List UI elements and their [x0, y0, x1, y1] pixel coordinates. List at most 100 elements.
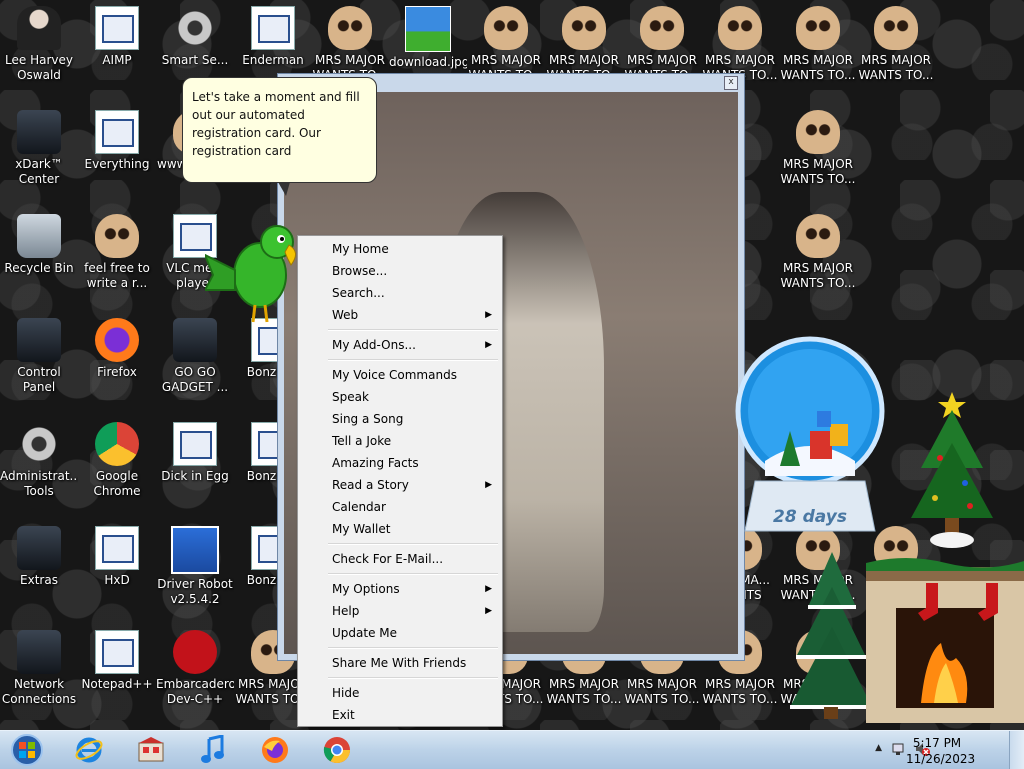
menu-separator [328, 677, 498, 679]
snowy-tree-gadget[interactable] [784, 547, 874, 727]
fireplace-gadget[interactable] [866, 553, 1024, 723]
desktop-icon[interactable]: Driver Robot v2.5.4.2 [156, 526, 234, 607]
desktop-icon[interactable]: MRS MAJOR WANTS TO... [779, 214, 857, 291]
menu-item-share-me-with-friends[interactable]: Share Me With Friends [300, 652, 500, 674]
menu-separator [328, 329, 498, 331]
menu-item-speak[interactable]: Speak [300, 386, 500, 408]
show-desktop-button[interactable] [1009, 731, 1024, 769]
menu-item-label: My Wallet [332, 522, 391, 536]
store-icon[interactable] [126, 733, 176, 767]
menu-item-label: My Add-Ons... [332, 338, 416, 352]
menu-item-label: Browse... [332, 264, 388, 278]
submenu-arrow-icon: ▶ [485, 606, 492, 616]
menu-item-search[interactable]: Search... [300, 282, 500, 304]
menu-item-label: Tell a Joke [332, 434, 392, 448]
desktop-icon[interactable]: Enderman [234, 6, 312, 68]
menu-item-label: Web [332, 308, 359, 322]
menu-item-hide[interactable]: Hide [300, 682, 500, 704]
menu-item-exit[interactable]: Exit [300, 704, 500, 726]
desktop-icon-label: MRS MAJOR WANTS TO... [780, 157, 856, 186]
skull-icon [562, 6, 606, 50]
desktop-icon[interactable]: xDark™ Center [0, 110, 78, 187]
skull-icon [796, 214, 840, 258]
menu-item-browse[interactable]: Browse... [300, 260, 500, 282]
green-parrot-icon[interactable] [203, 220, 300, 325]
menu-item-label: Amazing Facts [332, 456, 419, 470]
clock-time: 5:17 PM [912, 736, 962, 750]
desktop-icon-label: Driver Robot v2.5.4.2 [157, 577, 233, 606]
desktop-icon-label: xDark™ Center [15, 157, 63, 186]
desktop-icon[interactable]: Recycle Bin [0, 214, 78, 276]
egg-app-icon [173, 422, 217, 466]
taskbar-clock[interactable]: 5:17 PM 11/26/2023 [906, 735, 976, 767]
desktop-icon[interactable]: Everything [78, 110, 156, 172]
desktop-icon[interactable]: MRS MAJOR WANTS TO... [779, 110, 857, 187]
desktop-icon-label: MRS MAJOR WANTS TO... [858, 53, 934, 82]
network-icon [17, 630, 61, 674]
desktop-icon[interactable]: MRS MAJOR WANTS TO... [701, 6, 779, 83]
menu-item-my-options[interactable]: My Options ▶ [300, 578, 500, 600]
desktop-icon[interactable]: Extras [0, 526, 78, 588]
desktop-icon[interactable]: HxD [78, 526, 156, 588]
menu-item-label: Search... [332, 286, 385, 300]
menu-item-calendar[interactable]: Calendar [300, 496, 500, 518]
desktop-icon[interactable]: Network Connections [0, 630, 78, 707]
skull-icon [874, 6, 918, 50]
desktop-icon[interactable]: feel free to write a r... [78, 214, 156, 291]
snow-globe-gadget[interactable]: 28 days [735, 316, 885, 541]
chrome-icon[interactable] [312, 733, 362, 767]
firefox-icon[interactable] [250, 733, 300, 767]
menu-item-web[interactable]: Web ▶ [300, 304, 500, 326]
desktop-icon[interactable]: GO GO GADGET ... [156, 318, 234, 395]
desktop-icon-label: Administrat... Tools [0, 469, 78, 498]
menu-item-sing-a-song[interactable]: Sing a Song [300, 408, 500, 430]
desktop-icon-label: Network Connections [1, 677, 77, 706]
music-note-icon[interactable] [188, 733, 238, 767]
desktop-icon[interactable]: download.jpg [389, 6, 467, 70]
devcpp-icon [173, 630, 217, 674]
desktop-icon-label: MRS MAJOR WANTS TO... [702, 677, 778, 706]
desktop-icon[interactable]: MRS MAJOR WANTS TO... [545, 6, 623, 83]
desktop-icon[interactable]: Control Panel [0, 318, 78, 395]
desktop-icon[interactable]: Notepad++ [78, 630, 156, 692]
countdown-text: 28 days [773, 507, 847, 527]
skull-icon [484, 6, 528, 50]
desktop-icon-label: Extras [20, 573, 58, 587]
menu-item-check-for-e-mail[interactable]: Check For E-Mail... [300, 548, 500, 570]
desktop-icon[interactable]: Dick in Egg [156, 422, 234, 484]
menu-item-update-me[interactable]: Update Me [300, 622, 500, 644]
menu-item-read-a-story[interactable]: Read a Story ▶ [300, 474, 500, 496]
menu-item-help[interactable]: Help ▶ [300, 600, 500, 622]
desktop-icon[interactable]: MRS MAJOR WANTS TO... [779, 6, 857, 83]
desktop-icon[interactable]: Administrat... Tools [0, 422, 78, 499]
desktop-icon[interactable]: MRS MAJOR WANTS TO... [623, 6, 701, 83]
windows-start-icon[interactable] [2, 733, 52, 767]
menu-item-my-voice-commands[interactable]: My Voice Commands [300, 364, 500, 386]
desktop-icon[interactable]: MRS MAJOR WANTS TO... [467, 6, 545, 83]
menu-item-my-wallet[interactable]: My Wallet [300, 518, 500, 540]
desktop-icon-label: Smart Se... [161, 53, 229, 67]
desktop-icon[interactable]: Firefox [78, 318, 156, 380]
desktop-icon[interactable]: Smart Se... [156, 6, 234, 68]
menu-item-tell-a-joke[interactable]: Tell a Joke [300, 430, 500, 452]
desktop-icon[interactable]: AIMP [78, 6, 156, 68]
christmas-tree-gadget[interactable] [905, 388, 1000, 553]
menu-item-my-add-ons[interactable]: My Add-Ons... ▶ [300, 334, 500, 356]
desktop-icon[interactable]: MRS MAJOR WANTS TO... [857, 6, 935, 83]
menu-item-amazing-facts[interactable]: Amazing Facts [300, 452, 500, 474]
skull-icon [95, 214, 139, 258]
window-close-button[interactable]: x [724, 76, 738, 90]
firefox-icon [95, 318, 139, 362]
submenu-arrow-icon: ▶ [485, 310, 492, 320]
desktop-icon[interactable]: Embarcadero Dev-C++ [156, 630, 234, 707]
clock-date: 11/26/2023 [906, 752, 976, 766]
desktop-icon[interactable]: Lee Harvey Oswald [0, 6, 78, 83]
menu-item-my-home[interactable]: My Home [300, 238, 500, 260]
submenu-arrow-icon: ▶ [485, 584, 492, 594]
ie-icon[interactable] [64, 733, 114, 767]
desktop-icon[interactable]: Google Chrome [78, 422, 156, 499]
menu-item-label: My Options [332, 582, 400, 596]
desktop-icon[interactable]: MRS MAJOR WANTS TO... [311, 6, 389, 83]
tray-arrow-icon[interactable]: ▲ [875, 743, 882, 753]
search-app-icon [95, 110, 139, 154]
